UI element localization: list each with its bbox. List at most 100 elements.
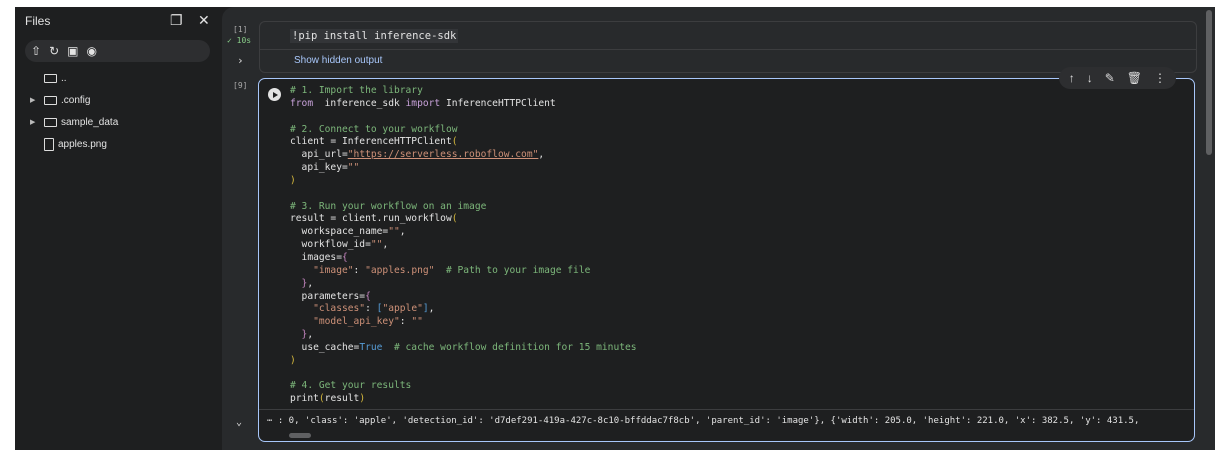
code-token: , [307,329,314,341]
cell-code-editor[interactable]: # 1. Import the library from inference_s… [290,85,637,406]
code-token: inference_sdk [313,97,406,109]
code-token: True [359,341,383,353]
folder-icon [44,73,57,83]
code-token: ) [359,393,366,405]
code-token: # 1. Import the library [290,85,423,96]
code-cell-2[interactable]: # 1. Import the library from inference_s… [258,67,1195,442]
code-token: , [399,226,406,238]
cell-code[interactable]: !pip install inference-sdk [290,29,459,43]
magic-wand-icon[interactable]: ✎ [1105,71,1115,85]
sidebar-title: Files [25,14,51,28]
duration-text: 10s [236,36,252,45]
vertical-scrollbar[interactable] [1206,10,1212,155]
code-token: workspace_name= [290,226,389,238]
code-token: # 3. Run your workflow on an image [290,200,487,212]
code-token: "" [347,162,360,174]
code-token: # Path to your image file [434,264,591,276]
show-hidden-icon[interactable]: ◉ [86,44,96,58]
show-hidden-output-link[interactable]: Show hidden output [294,55,382,66]
code-token: parameters= [290,290,366,302]
caret-right-icon[interactable]: ▶ [30,118,40,126]
duration: ✓ 10s [227,36,251,45]
code-token: , [538,149,545,161]
code-token: "" [411,316,423,328]
code-token: api_url= [290,149,348,161]
cell-toolbar: ↑ ↓ ✎ 🗑 ⋮ [1058,67,1176,89]
expand-output-chevron-icon[interactable]: › [237,54,244,67]
code-token: , [428,303,435,315]
file-name: apples.png [58,138,107,150]
more-options-icon[interactable]: ⋮ [1154,71,1166,85]
code-token: : [399,316,412,328]
code-token: # cache workflow definition for 15 minut… [382,341,637,353]
code-token: images= [290,251,342,263]
code-token: import [405,97,441,109]
output-menu-icon[interactable]: ⋯ [267,416,272,426]
code-token: "model_api_key" [290,316,400,328]
move-down-icon[interactable]: ↓ [1087,71,1093,85]
code-token: "https://serverless.roboflow.com" [347,149,539,161]
code-token: # 2. Connect to your workflow [290,123,458,135]
code-token: , [382,239,389,251]
file-tree-item[interactable]: apples.png [30,133,118,155]
file-tree-item[interactable]: ▶ .config [30,89,118,111]
code-cell-1[interactable]: !pip install inference-sdk Show hidden o… [259,21,1197,73]
caret-right-icon[interactable]: ▶ [30,96,40,104]
code-token: client = InferenceHTTPClient [290,136,452,148]
code-token: print [290,393,319,405]
file-tree-item[interactable]: ▶ sample_data [30,111,118,133]
refresh-icon[interactable]: ↻ [49,44,59,58]
mount-drive-icon[interactable]: ▣ [67,44,78,58]
code-token: InferenceHTTPClient [440,97,556,109]
code-token: ) [290,354,296,366]
code-token: use_cache= [290,341,360,353]
code-token: workflow_id= [290,239,371,251]
code-token: api_key= [290,162,348,174]
file-icon [44,137,54,151]
code-token: } [290,329,308,341]
cell-output: ⋯ : 0, 'class': 'apple', 'detection_id':… [259,409,1194,442]
file-tree-item[interactable]: .. [30,67,118,89]
exec-count: [1] [233,25,248,34]
files-sidebar: Files ❐ ✕ ⇧ ↻ ▣ ◉ .. ▶ .config ▶ sample_data… [15,7,220,450]
code-token: { [365,290,371,302]
notebook: [1] ✓ 10s › !pip install inference-sdk S… [222,7,1215,450]
folder-icon [44,95,57,105]
close-icon[interactable]: ✕ [198,12,210,29]
delete-icon[interactable]: 🗑 [1127,71,1142,85]
expand-panel-icon[interactable]: ❐ [170,12,183,29]
code-token: { [341,251,348,263]
colab-window: Files ❐ ✕ ⇧ ↻ ▣ ◉ .. ▶ .config ▶ sample_data… [15,7,1215,450]
move-up-icon[interactable]: ↑ [1069,71,1075,85]
code-token: "classes" [290,303,366,315]
collapse-output-chevron-icon[interactable]: ⌄ [236,417,242,428]
code-token: "apples.png" [365,264,435,276]
code-token: "image" [290,264,354,276]
code-token: } [290,277,308,289]
code-token: : [353,264,366,276]
code-token: : [365,303,377,315]
file-name: .config [61,94,91,106]
code-token: "" [370,239,383,251]
file-tree: .. ▶ .config ▶ sample_data apples.png [30,67,118,155]
code-token: ( [451,213,458,225]
output-value: : 0, 'class': 'apple', 'detection_id': '… [277,416,1140,426]
divider [260,49,1196,50]
code-token: result = client.run_workflow [290,213,452,225]
horizontal-scrollbar[interactable] [289,433,311,438]
exec-count: [9] [233,81,248,90]
folder-icon [44,117,57,127]
file-name: sample_data [61,116,119,128]
code-token: from [290,97,314,109]
run-cell-button[interactable] [268,88,281,101]
file-name: .. [61,72,67,84]
code-token: result [324,393,360,405]
code-token: ) [290,174,296,186]
files-toolbar: ⇧ ↻ ▣ ◉ [25,40,210,62]
code-token: , [307,277,314,289]
upload-icon[interactable]: ⇧ [31,44,41,58]
code-token: # 4. Get your results [290,380,412,392]
code-token: ( [451,136,458,148]
code-token: "apple" [382,303,423,315]
code-token: "" [388,226,400,238]
